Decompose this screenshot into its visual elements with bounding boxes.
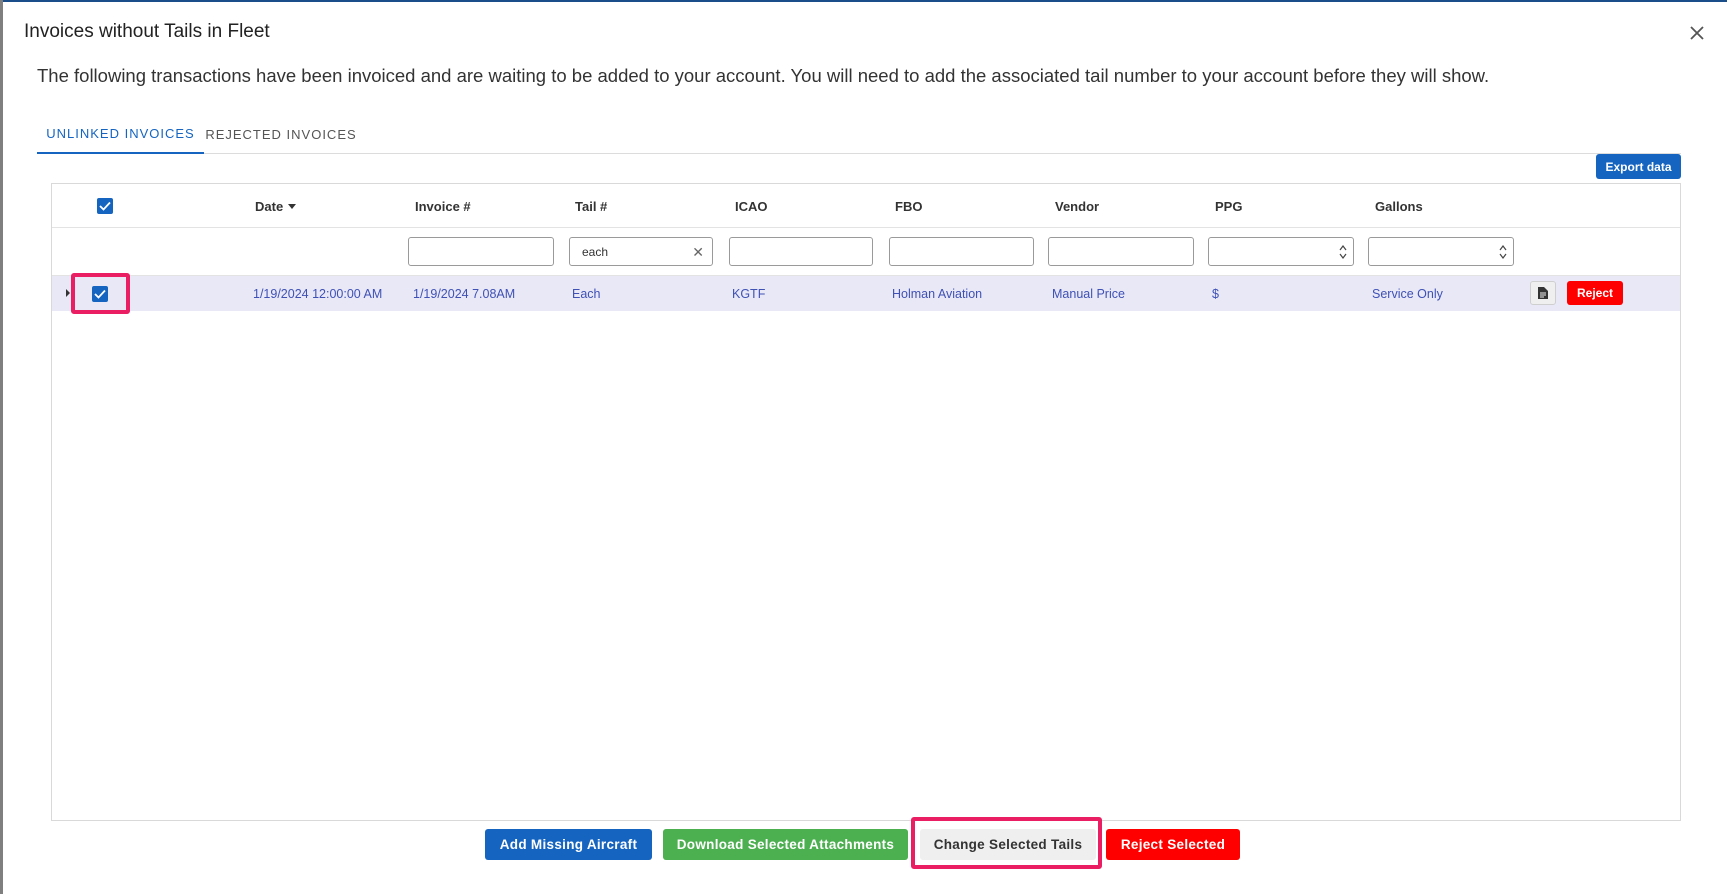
close-button[interactable] (1684, 20, 1710, 46)
table-row[interactable]: 1/19/2024 12:00:00 AM 1/19/2024 7.08AM E… (52, 276, 1680, 311)
spinner-icon[interactable] (1499, 244, 1507, 260)
column-header-icao[interactable]: ICAO (735, 184, 768, 228)
view-attachment-button[interactable] (1530, 281, 1556, 305)
cell-invoice: 1/19/2024 7.08AM (413, 286, 516, 301)
column-header-gallons[interactable]: Gallons (1375, 184, 1423, 228)
cell-fbo: Holman Aviation (892, 286, 983, 301)
document-icon (1538, 287, 1548, 299)
cell-gallons: Service Only (1372, 286, 1443, 301)
tail-filter-input[interactable]: each ✕ (569, 237, 713, 266)
column-header-tail[interactable]: Tail # (575, 184, 607, 228)
column-header-ppg[interactable]: PPG (1215, 184, 1242, 228)
ppg-filter-input[interactable] (1208, 237, 1354, 266)
tab-bar: UNLINKED INVOICES REJECTED INVOICES (37, 114, 1681, 154)
invoices-grid: Date Invoice # Tail # ICAO FBO Vendor PP… (51, 183, 1681, 821)
cell-date: 1/19/2024 12:00:00 AM (253, 286, 383, 301)
fbo-filter-input[interactable] (889, 237, 1034, 266)
select-all-checkbox[interactable] (97, 198, 113, 214)
icao-filter-input[interactable] (729, 237, 873, 266)
window-left-border (0, 0, 3, 894)
modal-title: Invoices without Tails in Fleet (24, 21, 270, 42)
invoice-filter-input[interactable] (408, 237, 554, 266)
tail-filter-value: each (582, 244, 609, 259)
row-select-checkbox[interactable] (92, 286, 108, 302)
checkmark-icon (99, 201, 111, 211)
cell-tail: Each (572, 286, 601, 301)
download-attachments-button[interactable]: Download Selected Attachments (663, 829, 908, 860)
tab-unlinked-invoices[interactable]: UNLINKED INVOICES (37, 114, 204, 154)
cell-ppg: $ (1212, 286, 1219, 301)
vendor-filter-input[interactable] (1048, 237, 1194, 266)
close-icon (1690, 26, 1704, 40)
cell-icao: KGTF (732, 286, 766, 301)
window-top-border (0, 0, 1727, 2)
add-missing-aircraft-button[interactable]: Add Missing Aircraft (485, 829, 652, 860)
column-header-vendor[interactable]: Vendor (1055, 184, 1099, 228)
column-header-invoice[interactable]: Invoice # (415, 184, 471, 228)
checkmark-icon (94, 289, 106, 299)
grid-header-row: Date Invoice # Tail # ICAO FBO Vendor PP… (52, 184, 1680, 228)
clear-icon[interactable]: ✕ (692, 244, 704, 261)
column-header-date-label: Date (255, 198, 284, 214)
tab-rejected-invoices[interactable]: REJECTED INVOICES (204, 114, 358, 154)
sort-desc-icon (288, 203, 297, 209)
column-header-date[interactable]: Date (255, 184, 297, 228)
reject-selected-button[interactable]: Reject Selected (1106, 829, 1240, 860)
expand-icon[interactable] (66, 289, 70, 297)
export-data-button[interactable]: Export data (1596, 154, 1681, 179)
filter-row: each ✕ (52, 229, 1680, 276)
change-selected-tails-button[interactable]: Change Selected Tails (920, 829, 1096, 860)
cell-vendor: Manual Price (1052, 286, 1125, 301)
column-header-fbo[interactable]: FBO (895, 184, 922, 228)
spinner-icon[interactable] (1339, 244, 1347, 260)
modal-description: The following transactions have been inv… (37, 65, 1490, 86)
reject-row-button[interactable]: Reject (1567, 281, 1623, 305)
gallons-filter-input[interactable] (1368, 237, 1514, 266)
